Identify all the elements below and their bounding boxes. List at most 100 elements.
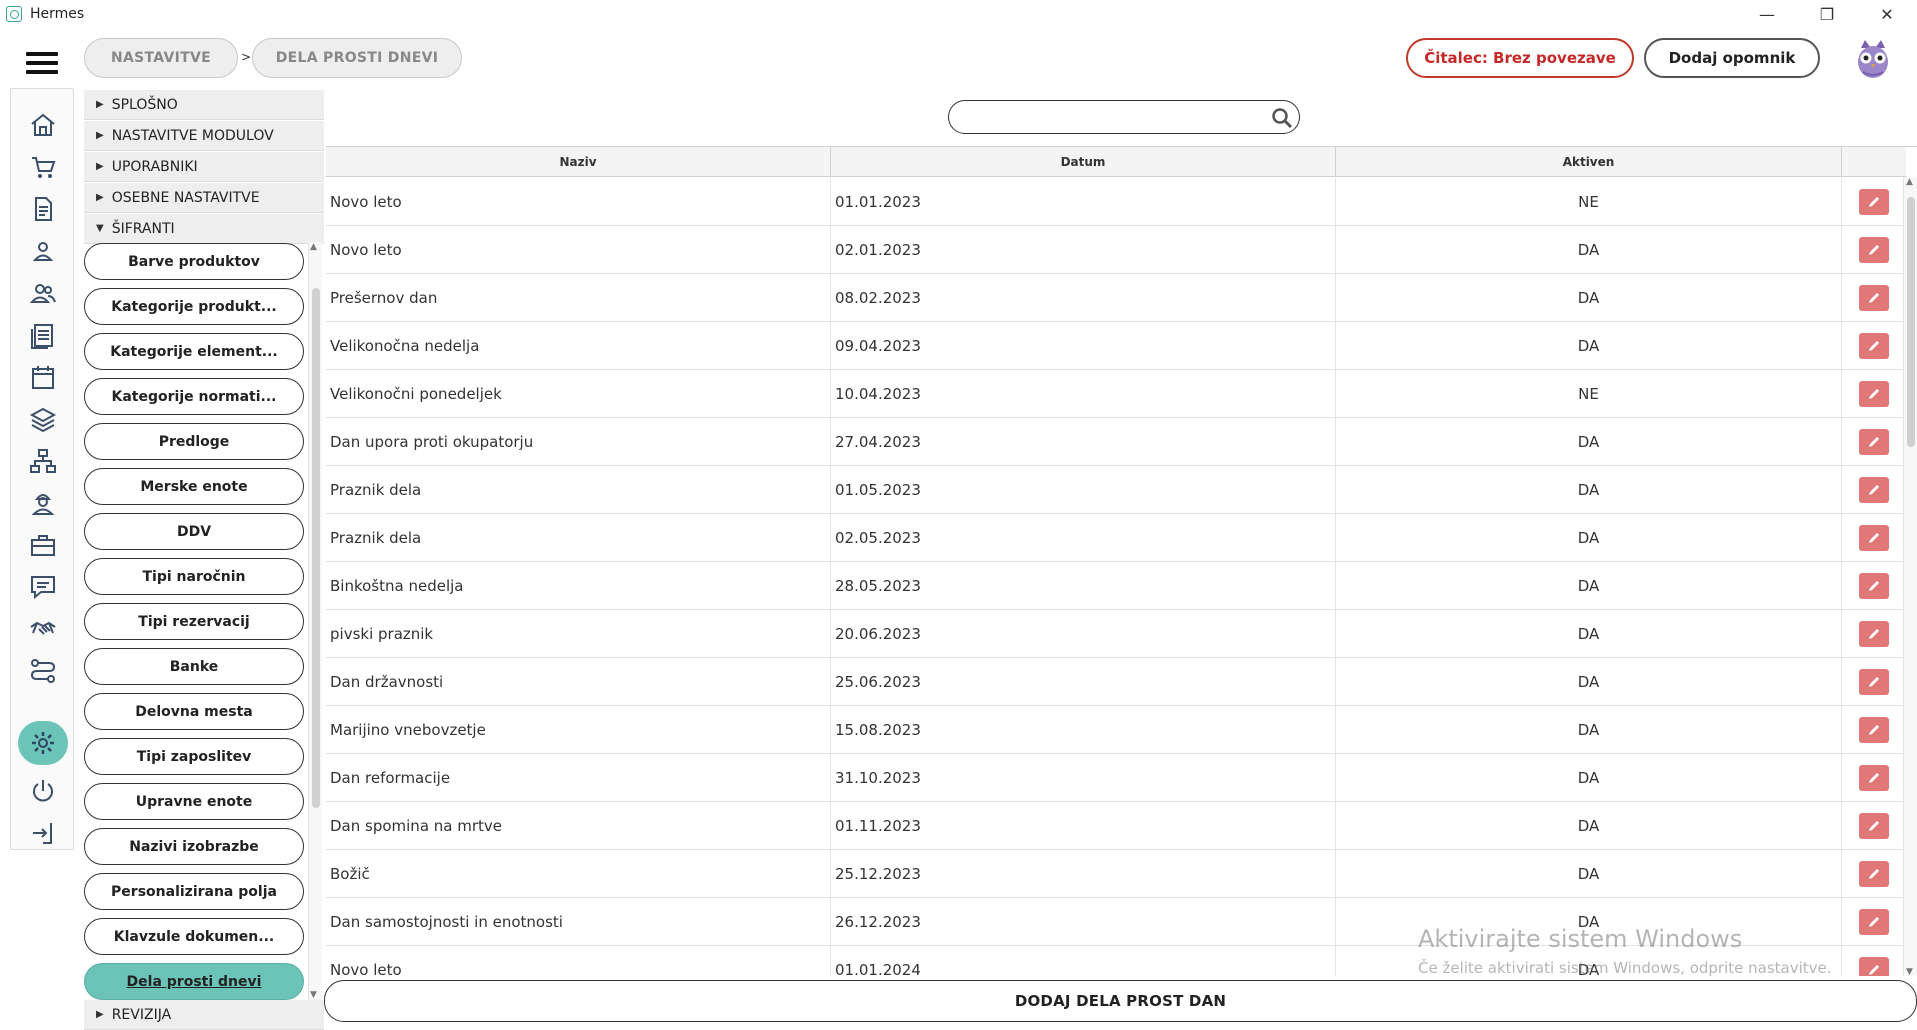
- codelist-item-education-titles[interactable]: Nazivi izobrazbe: [84, 828, 304, 865]
- codelist-item-element-categories[interactable]: Kategorije element...: [84, 333, 304, 370]
- briefcase-icon[interactable]: [25, 527, 61, 563]
- table-row[interactable]: Dan samostojnosti in enotnosti 26.12.2023…: [326, 898, 1906, 946]
- edit-button[interactable]: [1859, 332, 1889, 359]
- codelist-scrollbar[interactable]: ▲ ▼: [308, 242, 322, 1000]
- edit-button[interactable]: [1859, 380, 1889, 407]
- codelist-item-holidays[interactable]: Dela prosti dnevi: [84, 963, 304, 1000]
- add-reminder-button[interactable]: Dodaj opomnik: [1644, 38, 1820, 78]
- holiday-name-cell: Velikonočna nedelja: [326, 322, 831, 369]
- table-row[interactable]: Dan državnosti 25.06.2023 DA: [326, 658, 1906, 706]
- logout-icon[interactable]: [25, 815, 61, 851]
- table-row[interactable]: Velikonočna nedelja 09.04.2023 DA: [326, 322, 1906, 370]
- scroll-up-icon[interactable]: ▲: [1906, 177, 1913, 187]
- codelist-item-document-clauses[interactable]: Klavzule dokumen...: [84, 918, 304, 955]
- section-module-settings[interactable]: ▶ NASTAVITVE MODULOV: [84, 121, 324, 151]
- codelist-item-job-positions[interactable]: Delovna mesta: [84, 693, 304, 730]
- handshake-icon[interactable]: [25, 611, 61, 647]
- codelist-item-reservation-types[interactable]: Tipi rezervacij: [84, 603, 304, 640]
- codelist-item-units[interactable]: Merske enote: [84, 468, 304, 505]
- table-row[interactable]: Novo leto 02.01.2023 DA: [326, 226, 1906, 274]
- table-row[interactable]: Dan reformacije 31.10.2023 DA: [326, 754, 1906, 802]
- table-row[interactable]: Marijino vnebovzetje 15.08.2023 DA: [326, 706, 1906, 754]
- owl-avatar-icon[interactable]: [1853, 38, 1893, 80]
- table-row[interactable]: Praznik dela 02.05.2023 DA: [326, 514, 1906, 562]
- codelist-item-vat[interactable]: DDV: [84, 513, 304, 550]
- edit-button[interactable]: [1859, 572, 1889, 599]
- edit-button[interactable]: [1859, 716, 1889, 743]
- table-scrollbar[interactable]: ▲ ▼: [1903, 177, 1917, 976]
- edit-button[interactable]: [1859, 956, 1889, 976]
- codelist-item-product-colors[interactable]: Barve produktov: [84, 243, 304, 280]
- breadcrumb-settings[interactable]: NASTAVITVE: [84, 38, 238, 78]
- restore-button[interactable]: ❐: [1797, 0, 1857, 28]
- codelist-item-custom-fields[interactable]: Personalizirana polja: [84, 873, 304, 910]
- table-row[interactable]: Dan spomina na mrtve 01.11.2023 DA: [326, 802, 1906, 850]
- list-icon[interactable]: [25, 317, 61, 353]
- gear-icon[interactable]: [18, 721, 68, 765]
- scrollbar-thumb[interactable]: [1907, 197, 1915, 447]
- edit-button[interactable]: [1859, 476, 1889, 503]
- user-icon[interactable]: [25, 233, 61, 269]
- column-header-name[interactable]: Naziv: [326, 147, 831, 177]
- table-row[interactable]: Novo leto 01.01.2023 NE: [326, 178, 1906, 226]
- table-row[interactable]: Velikonočni ponedeljek 10.04.2023 NE: [326, 370, 1906, 418]
- table-row[interactable]: pivski praznik 20.06.2023 DA: [326, 610, 1906, 658]
- edit-button[interactable]: [1859, 428, 1889, 455]
- table-row[interactable]: Prešernov dan 08.02.2023 DA: [326, 274, 1906, 322]
- route-icon[interactable]: [25, 653, 61, 689]
- search-icon[interactable]: [1271, 107, 1293, 129]
- scroll-up-icon[interactable]: ▲: [310, 242, 317, 252]
- edit-button[interactable]: [1859, 524, 1889, 551]
- codelist-item-product-categories[interactable]: Kategorije produkt...: [84, 288, 304, 325]
- edit-button[interactable]: [1859, 236, 1889, 263]
- table-row[interactable]: Binkoštna nedelja 28.05.2023 DA: [326, 562, 1906, 610]
- layers-icon[interactable]: [25, 401, 61, 437]
- column-header-active[interactable]: Aktiven: [1336, 147, 1842, 177]
- document-icon[interactable]: [25, 191, 61, 227]
- edit-button[interactable]: [1859, 908, 1889, 935]
- scroll-down-icon[interactable]: ▼: [1906, 967, 1913, 976]
- table-row[interactable]: Praznik dela 01.05.2023 DA: [326, 466, 1906, 514]
- codelist-item-templates[interactable]: Predloge: [84, 423, 304, 460]
- minimize-button[interactable]: —: [1737, 0, 1797, 28]
- search-input[interactable]: [963, 106, 1263, 128]
- users-icon[interactable]: [25, 275, 61, 311]
- home-icon[interactable]: [25, 107, 61, 143]
- codelist-item-subscription-types[interactable]: Tipi naročnin: [84, 558, 304, 595]
- table-row[interactable]: Božič 25.12.2023 DA: [326, 850, 1906, 898]
- edit-button[interactable]: [1859, 764, 1889, 791]
- codelist-item-employment-types[interactable]: Tipi zaposlitev: [84, 738, 304, 775]
- edit-button[interactable]: [1859, 284, 1889, 311]
- section-codelists[interactable]: ▼ ŠIFRANTI: [84, 214, 324, 244]
- add-holiday-button[interactable]: DODAJ DELA PROST DAN: [324, 980, 1917, 1022]
- codelist-item-norm-categories[interactable]: Kategorije normati...: [84, 378, 304, 415]
- holiday-date-cell: 31.10.2023: [831, 754, 1336, 801]
- chat-icon[interactable]: [25, 569, 61, 605]
- scrollbar-thumb[interactable]: [312, 288, 320, 808]
- edit-button[interactable]: [1859, 188, 1889, 215]
- reader-status-button[interactable]: Čitalec: Brez povezave: [1406, 38, 1634, 78]
- worker-icon[interactable]: [25, 485, 61, 521]
- power-icon[interactable]: [25, 773, 61, 809]
- section-general[interactable]: ▶ SPLOŠNO: [84, 90, 324, 120]
- section-personal-settings[interactable]: ▶ OSEBNE NASTAVITVE: [84, 183, 324, 213]
- section-revision[interactable]: ▶ REVIZIJA: [84, 1000, 324, 1030]
- edit-button[interactable]: [1859, 860, 1889, 887]
- table-row[interactable]: Novo leto 01.01.2024 DA: [326, 946, 1906, 976]
- close-button[interactable]: ✕: [1857, 0, 1917, 28]
- breadcrumb-holidays[interactable]: DELA PROSTI DNEVI: [252, 38, 462, 78]
- network-icon[interactable]: [25, 443, 61, 479]
- codelist-item-banks[interactable]: Banke: [84, 648, 304, 685]
- cart-icon[interactable]: [25, 149, 61, 185]
- calendar-icon[interactable]: [25, 359, 61, 395]
- edit-button[interactable]: [1859, 668, 1889, 695]
- column-header-date[interactable]: Datum: [831, 147, 1336, 177]
- section-users[interactable]: ▶ UPORABNIKI: [84, 152, 324, 182]
- hamburger-menu-icon[interactable]: [26, 52, 58, 74]
- table-row[interactable]: Dan upora proti okupatorju 27.04.2023 DA: [326, 418, 1906, 466]
- scroll-down-icon[interactable]: ▼: [310, 990, 317, 1000]
- edit-button[interactable]: [1859, 620, 1889, 647]
- codelist-item-admin-units[interactable]: Upravne enote: [84, 783, 304, 820]
- edit-button[interactable]: [1859, 812, 1889, 839]
- holiday-date-cell: 01.01.2024: [831, 946, 1336, 976]
